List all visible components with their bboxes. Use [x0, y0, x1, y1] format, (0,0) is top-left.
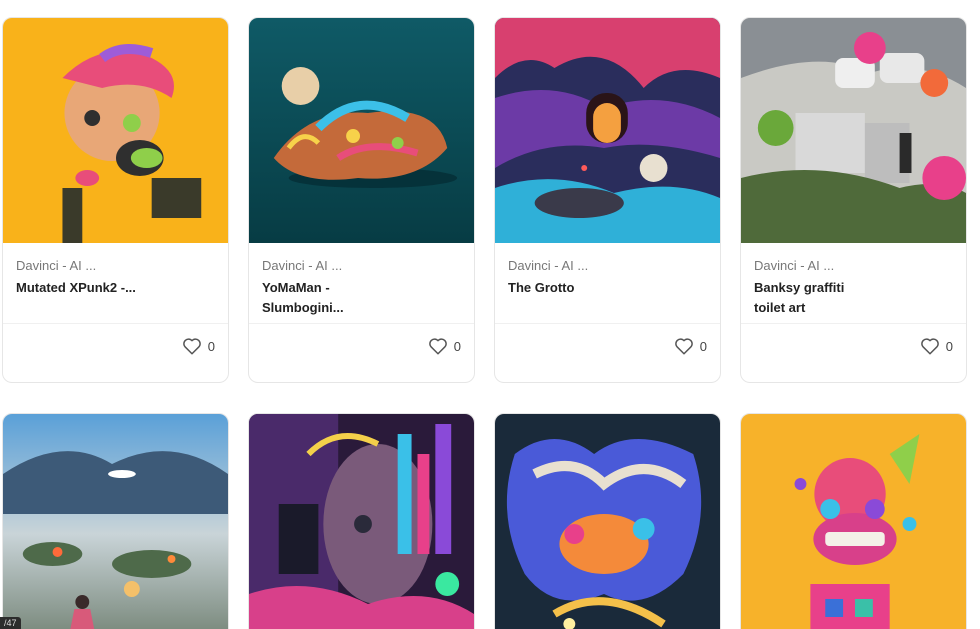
nft-title[interactable]: The Grotto: [508, 278, 628, 298]
collection-name[interactable]: Davinci - AI ...: [508, 257, 707, 275]
nft-card[interactable]: Davinci - AI ... Mutated XPunk2 -... 0: [2, 17, 229, 383]
nft-thumbnail[interactable]: [495, 414, 720, 629]
collection-name[interactable]: Davinci - AI ...: [754, 257, 953, 275]
heart-icon[interactable]: [674, 337, 694, 355]
like-button[interactable]: 0: [428, 337, 461, 355]
like-button[interactable]: 0: [674, 337, 707, 355]
heart-icon[interactable]: [182, 337, 202, 355]
nft-card[interactable]: [494, 413, 721, 629]
nft-thumbnail[interactable]: [249, 414, 474, 629]
card-meta: Davinci - AI ... Banksy graffiti toilet …: [741, 243, 966, 323]
nft-title[interactable]: Mutated XPunk2 -...: [16, 278, 136, 298]
nft-card-grid: Davinci - AI ... Mutated XPunk2 -... 0 D…: [0, 0, 980, 629]
like-count: 0: [945, 338, 953, 354]
nft-card[interactable]: Davinci - AI ... Banksy graffiti toilet …: [740, 17, 967, 383]
nft-card[interactable]: [740, 413, 967, 629]
nft-thumbnail[interactable]: [249, 18, 474, 243]
like-count: 0: [453, 338, 461, 354]
collection-name[interactable]: Davinci - AI ...: [262, 257, 461, 275]
card-meta: Davinci - AI ... Mutated XPunk2 -...: [3, 243, 228, 323]
nft-card[interactable]: [248, 413, 475, 629]
nft-title[interactable]: YoMaMan - Slumbogini...: [262, 278, 382, 318]
card-meta: Davinci - AI ... The Grotto: [495, 243, 720, 323]
heart-icon[interactable]: [920, 337, 940, 355]
nft-thumbnail[interactable]: [495, 18, 720, 243]
nft-card[interactable]: Davinci - AI ... YoMaMan - Slumbogini...…: [248, 17, 475, 383]
page-indicator: /47: [0, 617, 21, 629]
nft-card[interactable]: Davinci - AI ... The Grotto 0: [494, 17, 721, 383]
heart-icon[interactable]: [428, 337, 448, 355]
like-count: 0: [207, 338, 215, 354]
card-meta: Davinci - AI ... YoMaMan - Slumbogini...: [249, 243, 474, 323]
like-button[interactable]: 0: [182, 337, 215, 355]
like-button[interactable]: 0: [920, 337, 953, 355]
nft-title[interactable]: Banksy graffiti toilet art: [754, 278, 874, 318]
nft-thumbnail[interactable]: [741, 414, 966, 629]
nft-thumbnail[interactable]: [3, 414, 228, 629]
card-footer: 0: [249, 323, 474, 368]
card-footer: 0: [741, 323, 966, 368]
card-footer: 0: [3, 323, 228, 368]
nft-thumbnail[interactable]: [3, 18, 228, 243]
card-footer: 0: [495, 323, 720, 368]
collection-name[interactable]: Davinci - AI ...: [16, 257, 215, 275]
like-count: 0: [699, 338, 707, 354]
nft-thumbnail[interactable]: [741, 18, 966, 243]
nft-card[interactable]: [2, 413, 229, 629]
